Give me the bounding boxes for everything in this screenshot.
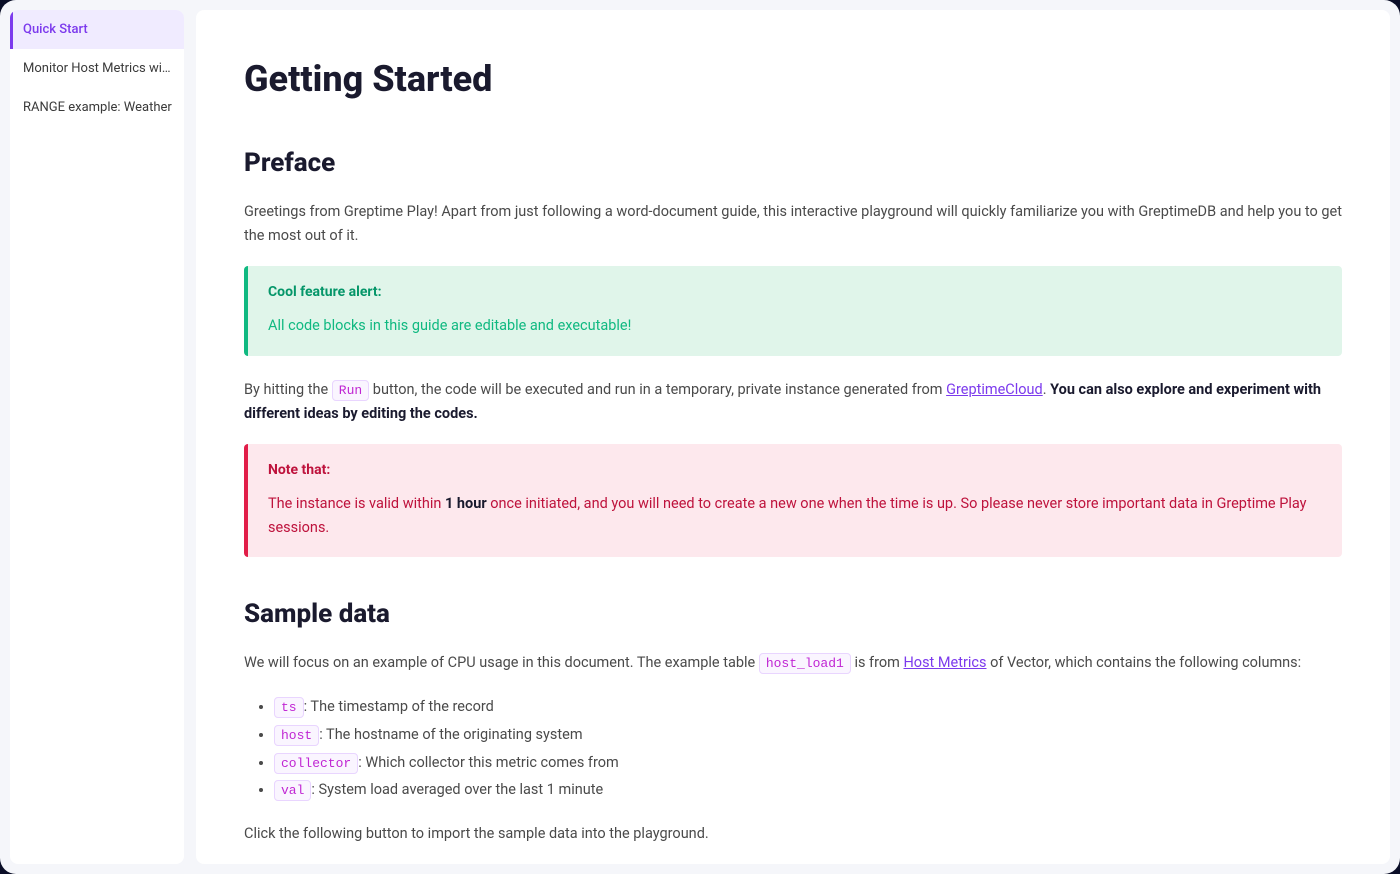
collector-code: collector [274, 753, 358, 774]
host-code: host [274, 725, 319, 746]
host-metrics-link[interactable]: Host Metrics [903, 654, 986, 671]
val-desc: : System load averaged over the last 1 m… [311, 781, 603, 798]
note-alert-title: Note that: [268, 462, 1322, 478]
run-para-mid: button, the code will be executed and ru… [373, 381, 946, 398]
sd-intro-mid: is from [854, 654, 903, 671]
list-item: host: The hostname of the originating sy… [274, 721, 1342, 749]
sample-data-section: Sample data We will focus on an example … [244, 599, 1342, 864]
sidebar-item-monitor-host-metrics[interactable]: Monitor Host Metrics wit… [10, 49, 184, 88]
run-code-inline: Run [332, 380, 369, 401]
sd-intro-post: of Vector, which contains the following … [987, 654, 1302, 671]
ts-desc: : The timestamp of the record [304, 698, 494, 715]
sidebar-item-range-example-weather[interactable]: RANGE example: Weather [10, 88, 184, 127]
page-title: Getting Started [244, 58, 1342, 100]
host-load1-code: host_load1 [759, 653, 851, 674]
sidebar-item-quick-start[interactable]: Quick Start [10, 10, 184, 49]
sample-data-intro: We will focus on an example of CPU usage… [244, 651, 1342, 675]
window-frame: Quick Start Monitor Host Metrics wit… RA… [0, 0, 1400, 874]
run-para-post-link: . [1043, 381, 1050, 398]
feature-alert: Cool feature alert: All code blocks in t… [244, 266, 1342, 356]
host-desc: : The hostname of the originating system [319, 726, 582, 743]
note-bold: 1 hour [445, 495, 487, 512]
sample-data-heading: Sample data [244, 599, 1342, 629]
click-prompt: Click the following button to import the… [244, 822, 1342, 846]
note-alert: Note that: The instance is valid within … [244, 444, 1342, 558]
collector-desc: : Which collector this metric comes from [358, 754, 618, 771]
sd-intro-pre: We will focus on an example of CPU usage… [244, 654, 759, 671]
preface-heading: Preface [244, 148, 1342, 178]
val-code: val [274, 780, 311, 801]
run-para-pre: By hitting the [244, 381, 332, 398]
list-item: ts: The timestamp of the record [274, 693, 1342, 721]
preface-section: Preface Greetings from Greptime Play! Ap… [244, 148, 1342, 557]
preface-intro: Greetings from Greptime Play! Apart from… [244, 200, 1342, 248]
feature-alert-title: Cool feature alert: [268, 284, 1322, 300]
columns-list: ts: The timestamp of the record host: Th… [274, 693, 1342, 804]
note-pre: The instance is valid within [268, 495, 445, 512]
main-content: Getting Started Preface Greetings from G… [196, 10, 1390, 864]
sidebar: Quick Start Monitor Host Metrics wit… RA… [10, 10, 184, 864]
list-item: collector: Which collector this metric c… [274, 749, 1342, 777]
feature-alert-body: All code blocks in this guide are editab… [268, 314, 1322, 338]
note-alert-body: The instance is valid within 1 hour once… [268, 492, 1322, 540]
list-item: val: System load averaged over the last … [274, 776, 1342, 804]
run-paragraph: By hitting the Run button, the code will… [244, 378, 1342, 426]
ts-code: ts [274, 697, 304, 718]
greptimecloud-link[interactable]: GreptimeCloud [946, 381, 1043, 398]
